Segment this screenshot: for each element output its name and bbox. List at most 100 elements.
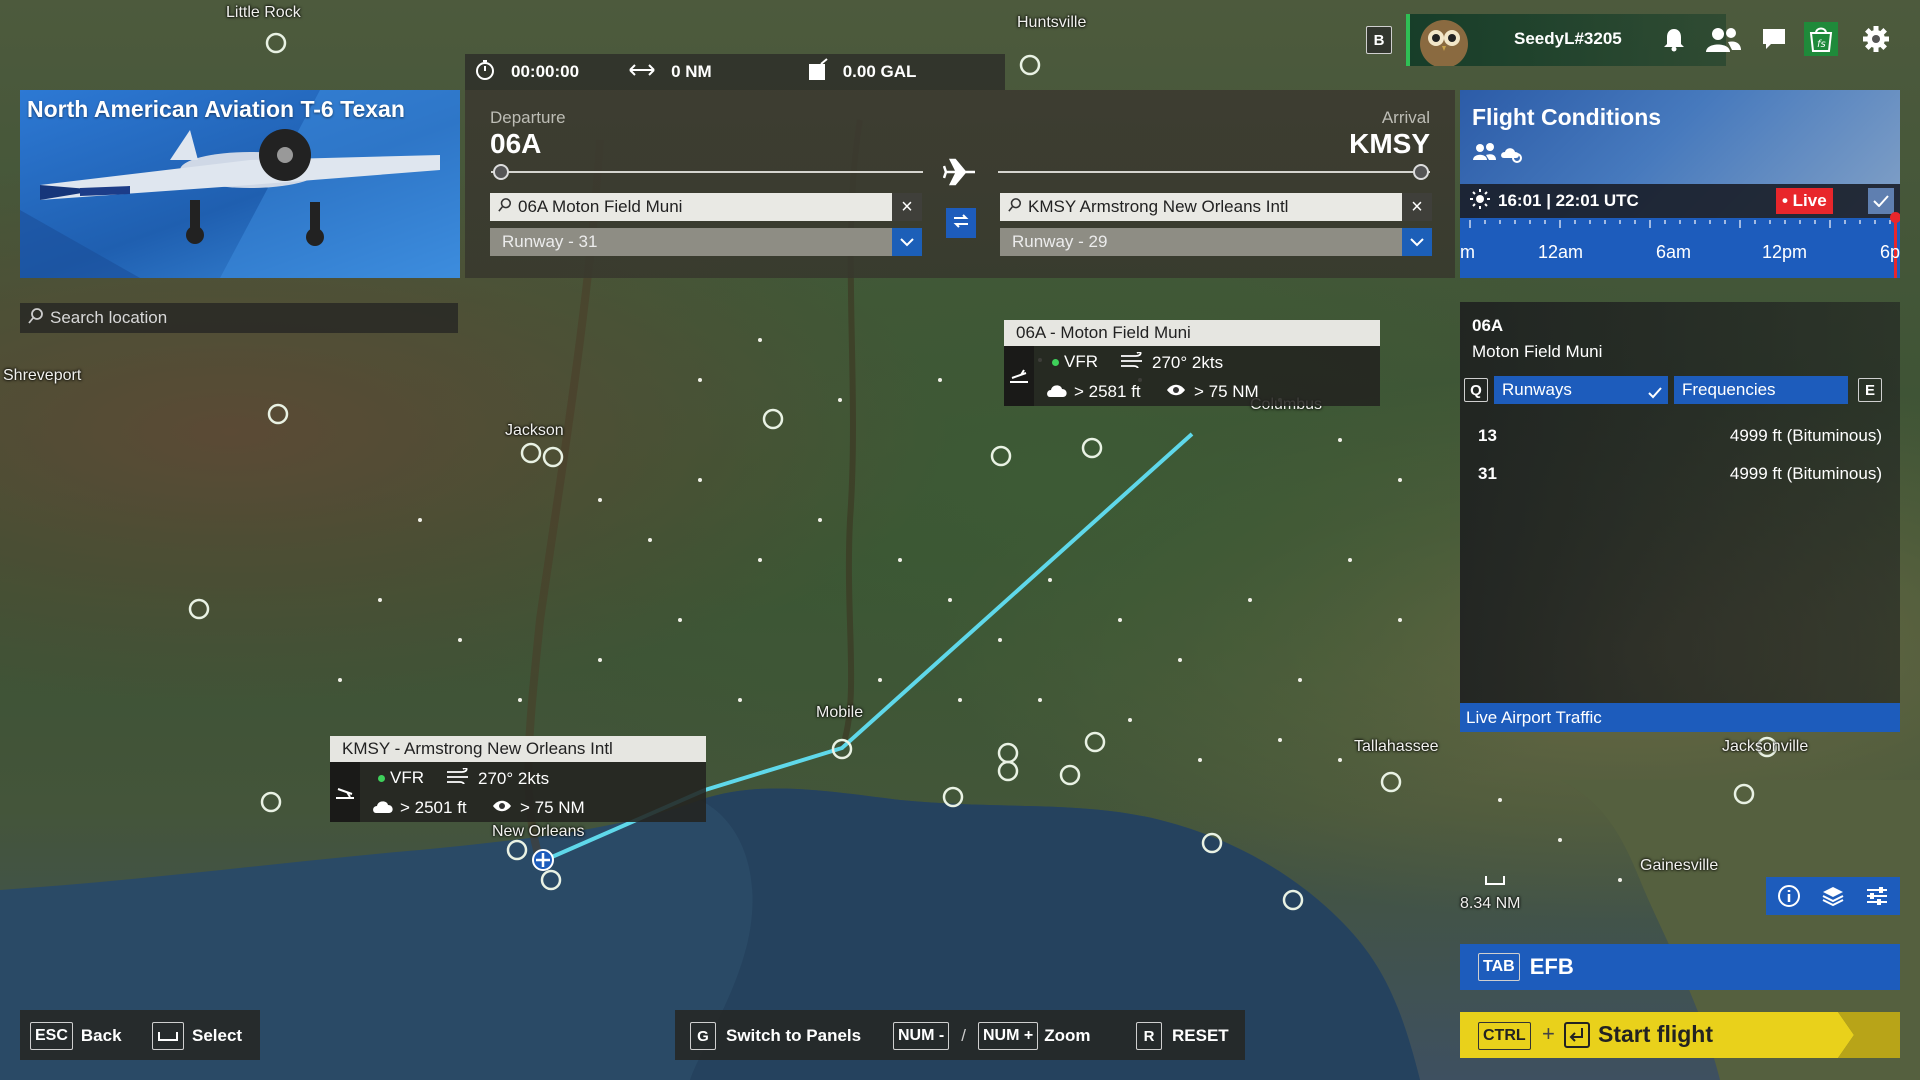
reset-hint[interactable]: R RESET	[1136, 1022, 1229, 1050]
flight-rules: VFR	[378, 768, 424, 788]
time-bar: 16:01 | 22:01 UTC • Live	[1460, 184, 1900, 218]
avatar[interactable]	[1412, 14, 1476, 71]
gear-icon[interactable]	[1861, 24, 1891, 54]
ceiling: > 2501 ft	[372, 798, 467, 818]
search-icon	[28, 307, 44, 329]
city-label: Little Rock	[226, 4, 301, 21]
layers-icon[interactable]	[1818, 881, 1848, 911]
time-scale-label: 12am	[1538, 242, 1584, 262]
time-of-day-slider[interactable]: m 12am 6am 12pm 6p	[1460, 212, 1900, 278]
time-slider-knob[interactable]	[1890, 212, 1900, 223]
stopwatch-icon	[473, 58, 497, 87]
info-icon[interactable]	[1774, 881, 1804, 911]
tooltip-title: 06A - Moton Field Muni	[1004, 320, 1380, 346]
svg-text:fs: fs	[1817, 39, 1826, 50]
departure-airport-input[interactable]: 06A Moton Field Muni ×	[490, 193, 922, 221]
airport-name: Moton Field Muni	[1472, 342, 1603, 361]
key-hint-esc: ESC	[30, 1022, 73, 1050]
city-label: Huntsville	[1017, 14, 1087, 31]
runway-id: 13	[1478, 426, 1497, 445]
spacebar-key-icon	[152, 1022, 184, 1050]
arrival-airport-marker[interactable]	[532, 849, 554, 871]
back-label: Back	[80, 1026, 122, 1045]
airport-info-panel: 06A Moton Field Muni Q Runways Frequenci…	[1460, 302, 1900, 732]
flight-conditions-panel[interactable]: Flight Conditions 16:01 | 22:01 UTC • Li…	[1460, 90, 1900, 278]
zoom-hint[interactable]: NUM - / NUM + Zoom	[893, 1022, 1090, 1050]
sun-icon	[1470, 188, 1490, 214]
time-scale-label: 6am	[1656, 242, 1692, 262]
clear-departure-icon[interactable]: ×	[892, 193, 922, 221]
tooltip-title: KMSY - Armstrong New Orleans Intl	[330, 736, 706, 762]
runway-id: 31	[1478, 464, 1497, 483]
wind-value: 270° 2kts	[478, 768, 550, 788]
wind: 270° 2kts	[446, 767, 550, 789]
flight-rules: VFR	[1052, 352, 1098, 372]
visibility-value: > 75 NM	[520, 798, 585, 817]
key-hint-r: R	[1136, 1022, 1162, 1050]
departure-airport-value: 06A Moton Field Muni	[518, 197, 683, 216]
runway-row[interactable]: 31 4999 ft (Bituminous)	[1478, 464, 1882, 484]
wind: 270° 2kts	[1120, 351, 1223, 373]
marketplace-icon[interactable]: fs	[1804, 22, 1838, 56]
arrival-weather-tooltip[interactable]: KMSY - Armstrong New Orleans Intl VFR 27…	[330, 736, 706, 822]
select-hint[interactable]: Select	[152, 1022, 242, 1050]
stat-distance-value: 0 NM	[671, 62, 712, 81]
stat-fuel: 0.00 GAL	[807, 57, 916, 87]
departure-runway-select[interactable]: Runway - 31	[490, 228, 922, 256]
swap-airports-button[interactable]	[946, 208, 976, 238]
start-flight-button[interactable]: CTRL + Start flight	[1460, 1012, 1900, 1058]
city-label: Gainesville	[1640, 857, 1719, 874]
tooltip-body: VFR 270° 2kts > 2581 ft > 75 NM	[1004, 346, 1380, 406]
chevron-down-icon[interactable]	[892, 228, 922, 256]
live-toggle-checkbox[interactable]	[1868, 188, 1894, 214]
reset-label: RESET	[1172, 1026, 1229, 1045]
ceiling-value: > 2581 ft	[1074, 382, 1141, 401]
fuel-can-icon	[807, 57, 829, 87]
arrival-runway-select[interactable]: Runway - 29	[1000, 228, 1432, 256]
arrival-code: KMSY	[1349, 128, 1430, 159]
time-scale-ticks	[1469, 220, 1891, 228]
distance-arrows-icon	[627, 60, 657, 85]
tab-runways[interactable]: Runways	[1494, 376, 1668, 404]
city-label: Mobile	[816, 704, 864, 721]
zoom-label: Zoom	[1044, 1026, 1091, 1045]
ceiling: > 2581 ft	[1046, 382, 1141, 402]
departure-weather-tooltip[interactable]: 06A - Moton Field Muni VFR 270° 2kts > 2…	[1004, 320, 1380, 406]
chat-icon[interactable]	[1759, 24, 1789, 54]
live-airport-traffic-button[interactable]: Live Airport Traffic	[1460, 703, 1900, 732]
tab-frequencies[interactable]: Frequencies	[1674, 376, 1848, 404]
key-hint-tab: TAB	[1478, 953, 1520, 981]
live-badge[interactable]: • Live	[1776, 188, 1833, 214]
plus-sign: +	[1542, 1021, 1555, 1046]
scale-label: 8.34 NM	[1460, 895, 1521, 912]
friends-icon[interactable]	[1703, 24, 1743, 54]
scale-bar	[1485, 876, 1505, 885]
bell-icon[interactable]	[1659, 24, 1689, 54]
clear-arrival-icon[interactable]: ×	[1402, 193, 1432, 221]
tooltip-body: VFR 270° 2kts > 2501 ft > 75 NM	[330, 762, 706, 822]
flight-rules-value: VFR	[1064, 352, 1098, 371]
aircraft-card[interactable]: North American Aviation T-6 Texan	[20, 90, 460, 278]
search-location-input[interactable]: Search location	[20, 303, 458, 333]
vfr-dot	[1052, 358, 1059, 366]
chevron-down-icon[interactable]	[1402, 228, 1432, 256]
key-hint-num-minus: NUM -	[893, 1022, 950, 1050]
flight-stats-bar: 00:00:00 0 NM 0.00 GAL	[465, 54, 1005, 90]
departure-label: Departure	[490, 108, 566, 127]
search-icon	[1008, 197, 1022, 217]
stat-time-value: 00:00:00	[511, 62, 580, 81]
ceiling-value: > 2501 ft	[400, 798, 467, 817]
filters-icon[interactable]	[1862, 881, 1892, 911]
time-scale-label: 12pm	[1762, 242, 1808, 262]
runway-row[interactable]: 13 4999 ft (Bituminous)	[1478, 426, 1882, 446]
city-label: Shreveport	[3, 367, 82, 384]
arrival-airport-input[interactable]: KMSY Armstrong New Orleans Intl ×	[1000, 193, 1432, 221]
search-location-placeholder: Search location	[50, 308, 168, 327]
efb-button[interactable]: TAB EFB	[1460, 944, 1900, 990]
username: SeedyL#3205	[1514, 29, 1622, 48]
start-flight-label: Start flight	[1598, 1021, 1713, 1047]
back-hint[interactable]: ESC Back	[30, 1022, 122, 1050]
flight-rules-value: VFR	[390, 768, 424, 787]
switch-panels-hint[interactable]: G Switch to Panels	[690, 1022, 861, 1050]
arrival-label: Arrival	[1381, 108, 1430, 127]
